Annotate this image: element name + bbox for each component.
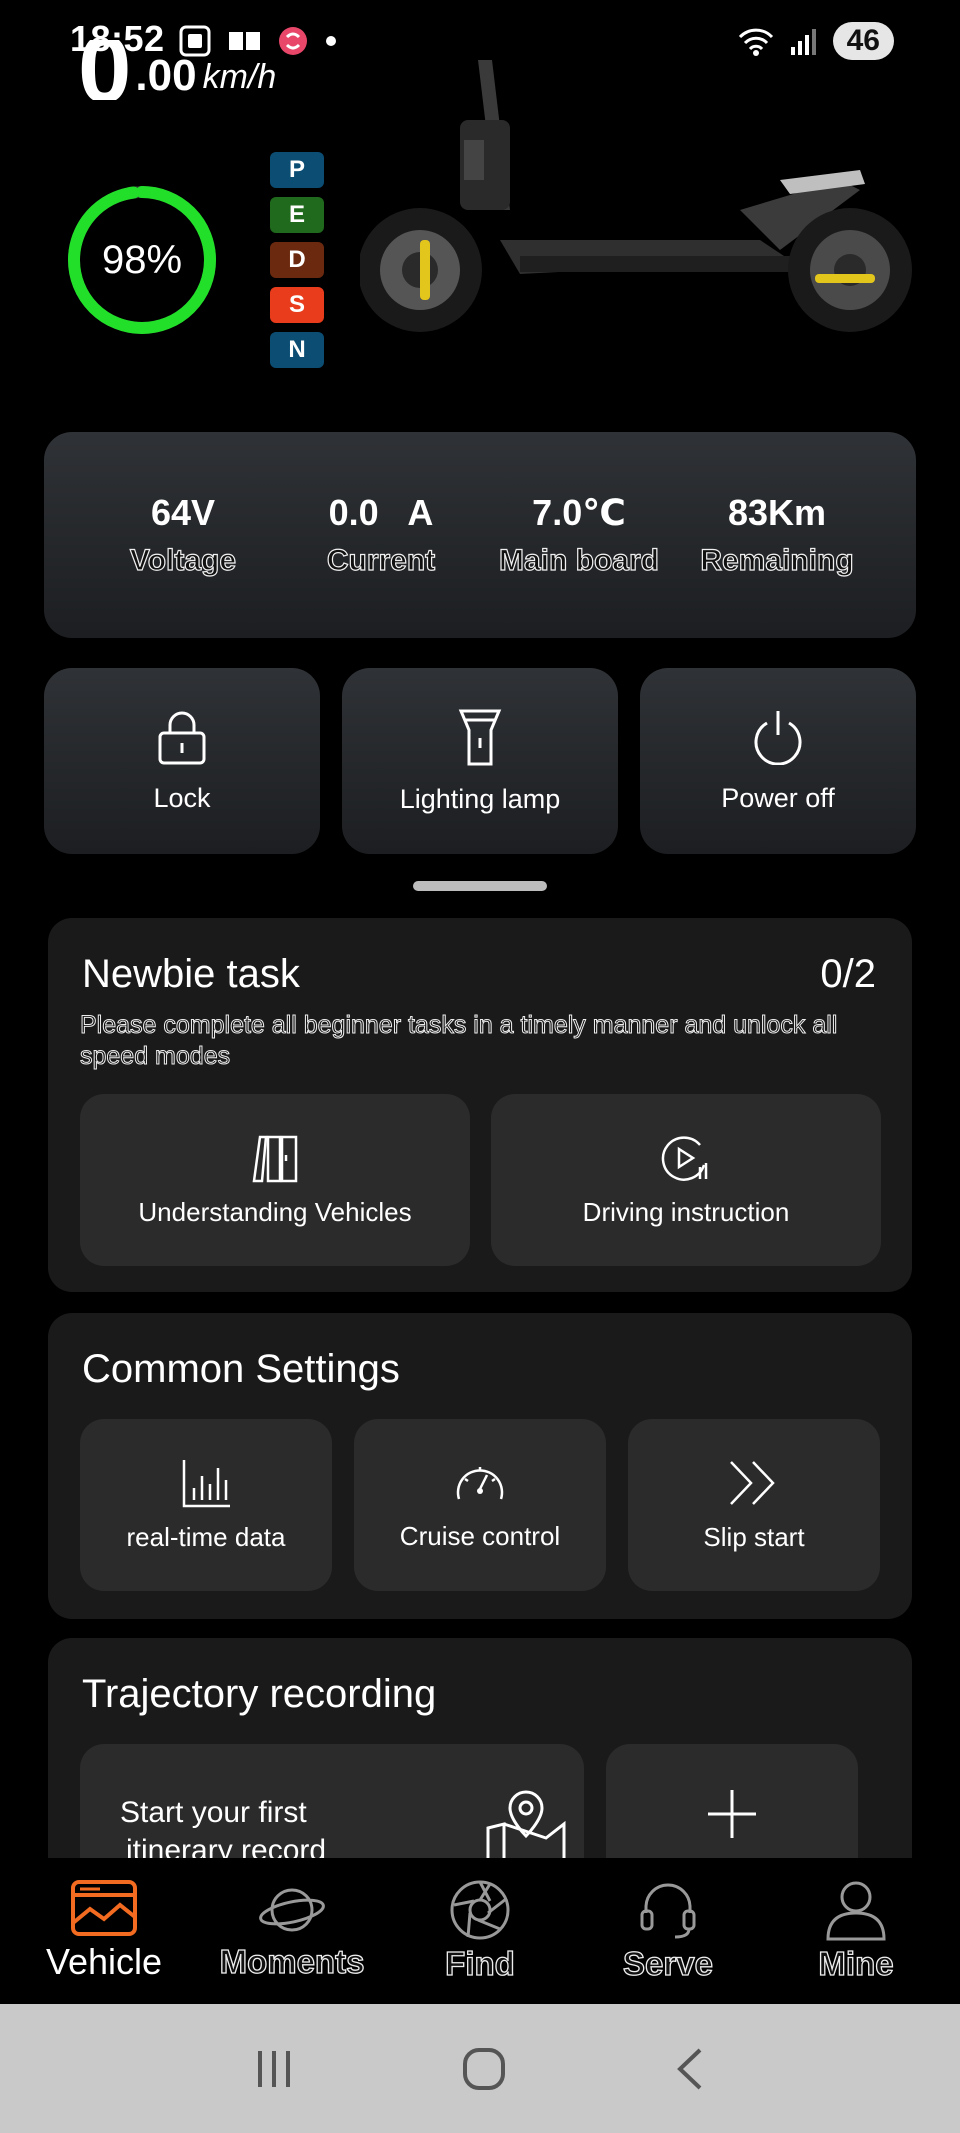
slip-start-label: Slip start — [703, 1521, 805, 1552]
stat-value: 83Km — [727, 492, 827, 533]
gear-n[interactable]: N — [270, 332, 324, 368]
stat-label: Remaining — [700, 543, 855, 577]
nav-find-label: Find — [445, 1944, 516, 1982]
nav-serve-label: Serve — [622, 1944, 713, 1982]
vehicle-icon — [71, 1880, 137, 1936]
gear-p[interactable]: P — [270, 152, 324, 188]
play-circle-icon — [661, 1135, 708, 1181]
signal-icon — [790, 29, 816, 55]
newbie-task-note: Please complete all beginner tasks in a … — [80, 1011, 838, 1071]
nav-mine[interactable]: Mine — [771, 1879, 941, 1983]
lighting-lamp-button[interactable]: Lighting lamp — [342, 668, 618, 854]
home-icon[interactable] — [461, 2046, 507, 2092]
nav-mine-label: Mine — [818, 1944, 894, 1982]
lock-button[interactable]: Lock — [44, 668, 320, 854]
aperture-icon — [450, 1880, 510, 1940]
nav-moments-label: Moments — [219, 1942, 365, 1980]
gear-selector: P E D S N — [270, 152, 324, 368]
nav-find[interactable]: Find — [395, 1879, 565, 1983]
lighting-lamp-label: Lighting lamp — [399, 783, 561, 814]
wifi-icon — [738, 28, 773, 56]
stat-value: 64V — [150, 492, 216, 533]
stat-label: Main board — [498, 543, 659, 577]
bottom-navigation: Vehicle Moments Find Serve Mine — [0, 1858, 960, 2004]
understanding-vehicles-tile[interactable]: Understanding Vehicles — [80, 1094, 470, 1266]
battery-level-badge: 46 — [832, 22, 894, 60]
nav-vehicle[interactable]: Vehicle — [19, 1879, 189, 1983]
real-time-data-tile[interactable]: real-time data — [80, 1419, 332, 1591]
newbie-task-title: Newbie task — [82, 952, 300, 996]
add-record-tile[interactable] — [606, 1744, 858, 1858]
stat-main-board: 7.0℃ Main board — [489, 492, 669, 578]
start-record-line1: Start your first — [120, 1796, 307, 1829]
lock-icon — [158, 711, 206, 764]
flashlight-icon — [458, 709, 502, 765]
newbie-task-progress: 0/2 — [820, 952, 876, 996]
stat-label: Voltage — [129, 543, 237, 577]
cruise-control-label: Cruise control — [399, 1520, 561, 1551]
stat-remaining: 83Km Remaining — [687, 492, 867, 578]
scooter-image — [360, 60, 912, 332]
speed-readout: 0 .00 km/h — [78, 40, 276, 100]
power-off-label: Power off — [721, 782, 835, 813]
start-record-line2: itinerary record — [126, 1834, 327, 1858]
app-logo-icon — [279, 27, 307, 55]
lock-label: Lock — [153, 782, 211, 813]
book-icon — [252, 1135, 298, 1182]
drag-handle[interactable] — [413, 881, 547, 891]
speed-unit: km/h — [202, 58, 277, 96]
trajectory-title: Trajectory recording — [82, 1672, 437, 1716]
system-navigation-bar — [0, 2004, 960, 2133]
recent-apps-icon[interactable] — [252, 2047, 296, 2091]
real-time-data-label: real-time data — [126, 1521, 286, 1552]
speed-integer: 0 — [78, 40, 132, 100]
stat-value: 0.0 A — [328, 492, 434, 533]
nav-moments[interactable]: Moments — [207, 1881, 377, 1981]
driving-instruction-label: Driving instruction — [582, 1196, 790, 1227]
back-icon[interactable] — [672, 2046, 708, 2092]
headset-icon — [640, 1883, 696, 1939]
start-record-tile[interactable]: Start your first itinerary record — [80, 1744, 584, 1858]
speed-decimal: .00 — [135, 51, 197, 100]
stat-voltage: 64V Voltage — [93, 492, 273, 578]
gear-s[interactable]: S — [270, 287, 324, 323]
common-settings-title: Common Settings — [82, 1347, 400, 1391]
understanding-vehicles-label: Understanding Vehicles — [138, 1196, 412, 1227]
map-pin-icon — [486, 1790, 566, 1858]
planet-icon — [259, 1888, 325, 1932]
trajectory-section: Trajectory recording Start your first it… — [48, 1638, 912, 1858]
status-system-icons: 46 — [737, 22, 894, 60]
dot-icon — [326, 36, 336, 46]
cruise-control-tile[interactable]: Cruise control — [354, 1419, 606, 1591]
bar-chart-icon — [182, 1459, 230, 1507]
vehicle-stats-card: 64V Voltage 0.0 A Current 7.0℃ Main boar… — [44, 432, 916, 638]
nav-serve[interactable]: Serve — [583, 1879, 753, 1983]
gear-d[interactable]: D — [270, 242, 324, 278]
slip-start-tile[interactable]: Slip start — [628, 1419, 880, 1591]
start-record-text: Start your first itinerary record — [120, 1794, 326, 1858]
person-icon — [826, 1881, 886, 1941]
double-chevron-icon — [730, 1460, 775, 1505]
nav-vehicle-label: Vehicle — [45, 1941, 163, 1982]
battery-percent: 98% — [101, 237, 183, 282]
stat-value: 7.0℃ — [532, 492, 626, 533]
speedometer-icon — [456, 1466, 504, 1499]
gear-e[interactable]: E — [270, 197, 324, 233]
power-off-button[interactable]: Power off — [640, 668, 916, 854]
stat-current: 0.0 A Current — [291, 492, 471, 578]
power-icon — [754, 710, 802, 765]
driving-instruction-tile[interactable]: Driving instruction — [491, 1094, 881, 1266]
stat-label: Current — [326, 543, 436, 577]
plus-icon — [708, 1790, 756, 1838]
